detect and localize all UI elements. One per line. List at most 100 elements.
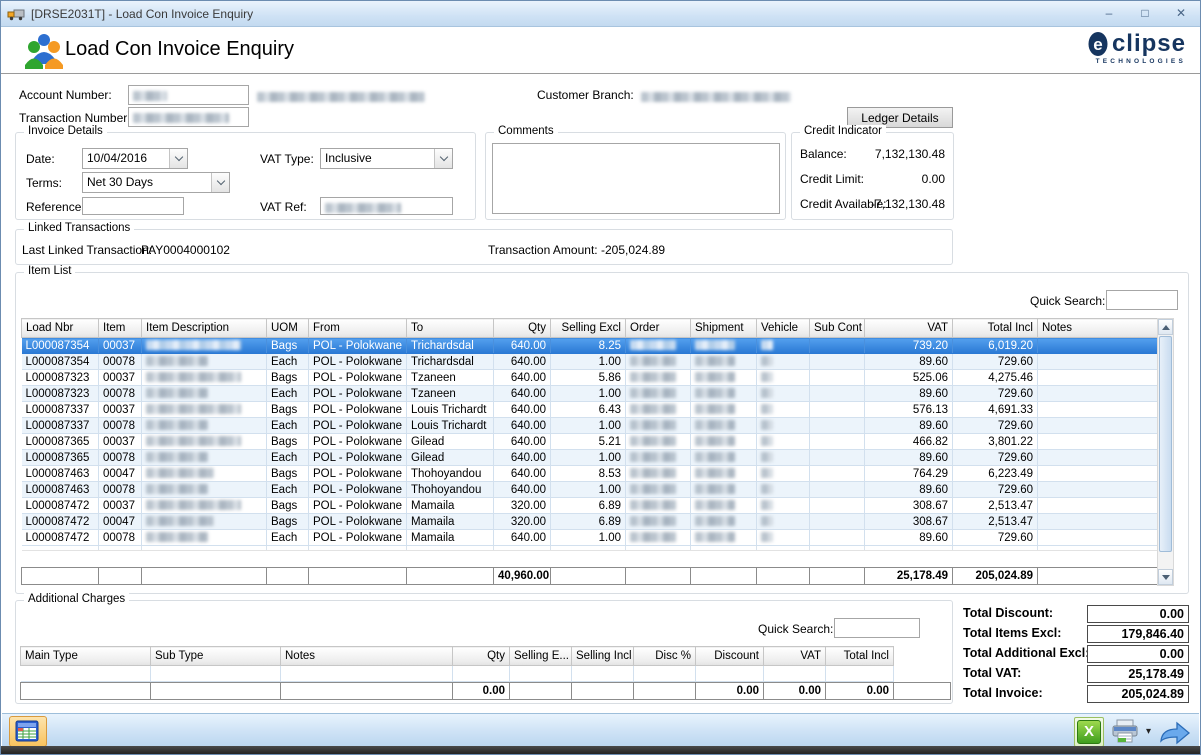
- title-bar[interactable]: [DRSE2031T] - Load Con Invoice Enquiry –…: [1, 1, 1200, 27]
- column-header[interactable]: Total Incl: [826, 647, 894, 666]
- column-header[interactable]: Selling Excl: [551, 319, 626, 338]
- column-header[interactable]: Selling E...: [510, 647, 572, 666]
- table-cell: Gilead: [407, 450, 494, 466]
- column-header[interactable]: Qty: [453, 647, 510, 666]
- table-row[interactable]: L00008746300078EachPOL - PolokwaneThohoy…: [22, 482, 1158, 498]
- column-header[interactable]: Total Incl: [953, 319, 1038, 338]
- table-row[interactable]: L00008747200078EachPOL - PolokwaneMamail…: [22, 530, 1158, 546]
- table-row[interactable]: L00008732300078EachPOL - PolokwaneTzanee…: [22, 386, 1158, 402]
- table-cell: Louis Trichardt: [407, 418, 494, 434]
- transaction-amount-value: -205,024.89: [601, 243, 665, 257]
- table-cell: 525.06: [865, 370, 953, 386]
- reference-input[interactable]: [82, 197, 184, 215]
- table-cell: [21, 666, 151, 682]
- table-cell: [757, 418, 810, 434]
- item-quick-search-input[interactable]: [1106, 290, 1178, 310]
- table-row[interactable]: L00008746300047BagsPOL - PolokwaneThohoy…: [22, 466, 1158, 482]
- column-header[interactable]: Disc %: [634, 647, 696, 666]
- forward-button[interactable]: [1157, 719, 1191, 745]
- redacted-text: [146, 532, 208, 542]
- column-header[interactable]: UOM: [267, 319, 309, 338]
- column-header[interactable]: From: [309, 319, 407, 338]
- column-header[interactable]: Item: [99, 319, 142, 338]
- comments-textarea[interactable]: [492, 143, 780, 214]
- redacted-text: [761, 372, 773, 382]
- chevron-down-icon[interactable]: [211, 173, 229, 192]
- table-cell: [626, 354, 691, 370]
- terms-combobox[interactable]: Net 30 Days: [82, 172, 230, 193]
- table-cell: [810, 482, 865, 498]
- column-header[interactable]: Main Type: [21, 647, 151, 666]
- column-header[interactable]: Item Description: [142, 319, 267, 338]
- eclipse-logo-mark: e: [1085, 31, 1111, 57]
- minimize-button[interactable]: –: [1096, 4, 1122, 22]
- redacted-account-number: [133, 91, 167, 101]
- column-header[interactable]: Selling Incl: [572, 647, 634, 666]
- table-row[interactable]: L00008735400078EachPOL - PolokwaneTricha…: [22, 354, 1158, 370]
- vat-type-combobox[interactable]: Inclusive: [320, 148, 453, 169]
- item-grid-scrollbar[interactable]: [1157, 318, 1174, 586]
- column-header[interactable]: Order: [626, 319, 691, 338]
- table-row[interactable]: L00008747200047BagsPOL - PolokwaneMamail…: [22, 514, 1158, 530]
- date-combobox[interactable]: 10/04/2016: [82, 148, 188, 169]
- transaction-number-input[interactable]: [128, 107, 249, 127]
- table-cell: [691, 530, 757, 546]
- column-header[interactable]: Qty: [494, 319, 551, 338]
- credit-indicator-group-label: Credit Indicator: [800, 125, 886, 137]
- table-cell: 729.60: [953, 530, 1038, 546]
- table-row[interactable]: [21, 666, 894, 682]
- invoice-details-group: Invoice Details Date: 10/04/2016 VAT Typ…: [15, 132, 476, 220]
- column-header[interactable]: VAT: [764, 647, 826, 666]
- print-dropdown-caret[interactable]: ▾: [1146, 726, 1151, 737]
- table-cell: L000087365: [22, 450, 99, 466]
- table-cell: 00037: [99, 370, 142, 386]
- table-row[interactable]: L00008736500078EachPOL - PolokwaneGilead…: [22, 450, 1158, 466]
- table-row[interactable]: L00008733700078EachPOL - PolokwaneLouis …: [22, 418, 1158, 434]
- scroll-down-icon[interactable]: [1158, 569, 1173, 585]
- total-label: Total VAT:: [963, 666, 1021, 680]
- chevron-down-icon[interactable]: [169, 149, 187, 168]
- table-cell: [1038, 386, 1158, 402]
- table-cell: POL - Polokwane: [309, 338, 407, 354]
- table-cell: [510, 666, 572, 682]
- scroll-up-icon[interactable]: [1158, 319, 1173, 335]
- table-row[interactable]: L00008747200037BagsPOL - PolokwaneMamail…: [22, 498, 1158, 514]
- table-cell: 729.60: [953, 418, 1038, 434]
- column-header[interactable]: Notes: [1038, 319, 1158, 338]
- export-excel-button[interactable]: X: [1074, 717, 1104, 747]
- maximize-button[interactable]: □: [1132, 4, 1158, 22]
- account-number-input[interactable]: [128, 85, 249, 105]
- print-button[interactable]: [1110, 718, 1140, 746]
- totals-cell: [309, 568, 407, 585]
- table-row[interactable]: L00008733700037BagsPOL - PolokwaneLouis …: [22, 402, 1158, 418]
- column-header[interactable]: Sub Type: [151, 647, 281, 666]
- column-header[interactable]: To: [407, 319, 494, 338]
- column-header[interactable]: Sub Cont: [810, 319, 865, 338]
- table-cell: [626, 338, 691, 354]
- charges-quick-search-input[interactable]: [834, 618, 920, 638]
- table-row[interactable]: L00008736500037BagsPOL - PolokwaneGilead…: [22, 434, 1158, 450]
- grid-window-button[interactable]: [9, 716, 47, 747]
- column-header[interactable]: Shipment: [691, 319, 757, 338]
- table-cell: 00047: [99, 514, 142, 530]
- table-row[interactable]: L00008735400037BagsPOL - PolokwaneTricha…: [22, 338, 1158, 354]
- close-button[interactable]: ✕: [1168, 4, 1194, 22]
- column-header[interactable]: Vehicle: [757, 319, 810, 338]
- table-cell: [1038, 482, 1158, 498]
- chevron-down-icon[interactable]: [434, 149, 452, 168]
- column-header[interactable]: Discount: [696, 647, 764, 666]
- column-header[interactable]: Load Nbr: [22, 319, 99, 338]
- table-cell: 4,691.33: [953, 402, 1038, 418]
- redacted-text: [695, 388, 735, 398]
- column-header[interactable]: VAT: [865, 319, 953, 338]
- redacted-text: [630, 356, 676, 366]
- table-cell: Gilead: [407, 434, 494, 450]
- column-header[interactable]: Notes: [281, 647, 453, 666]
- table-cell: Bags: [267, 498, 309, 514]
- table-cell: 89.60: [865, 386, 953, 402]
- table-cell: [810, 338, 865, 354]
- table-cell: 729.60: [953, 354, 1038, 370]
- scrollbar-thumb[interactable]: [1159, 336, 1172, 552]
- table-row[interactable]: L00008732300037BagsPOL - PolokwaneTzanee…: [22, 370, 1158, 386]
- vat-ref-input[interactable]: [320, 197, 453, 215]
